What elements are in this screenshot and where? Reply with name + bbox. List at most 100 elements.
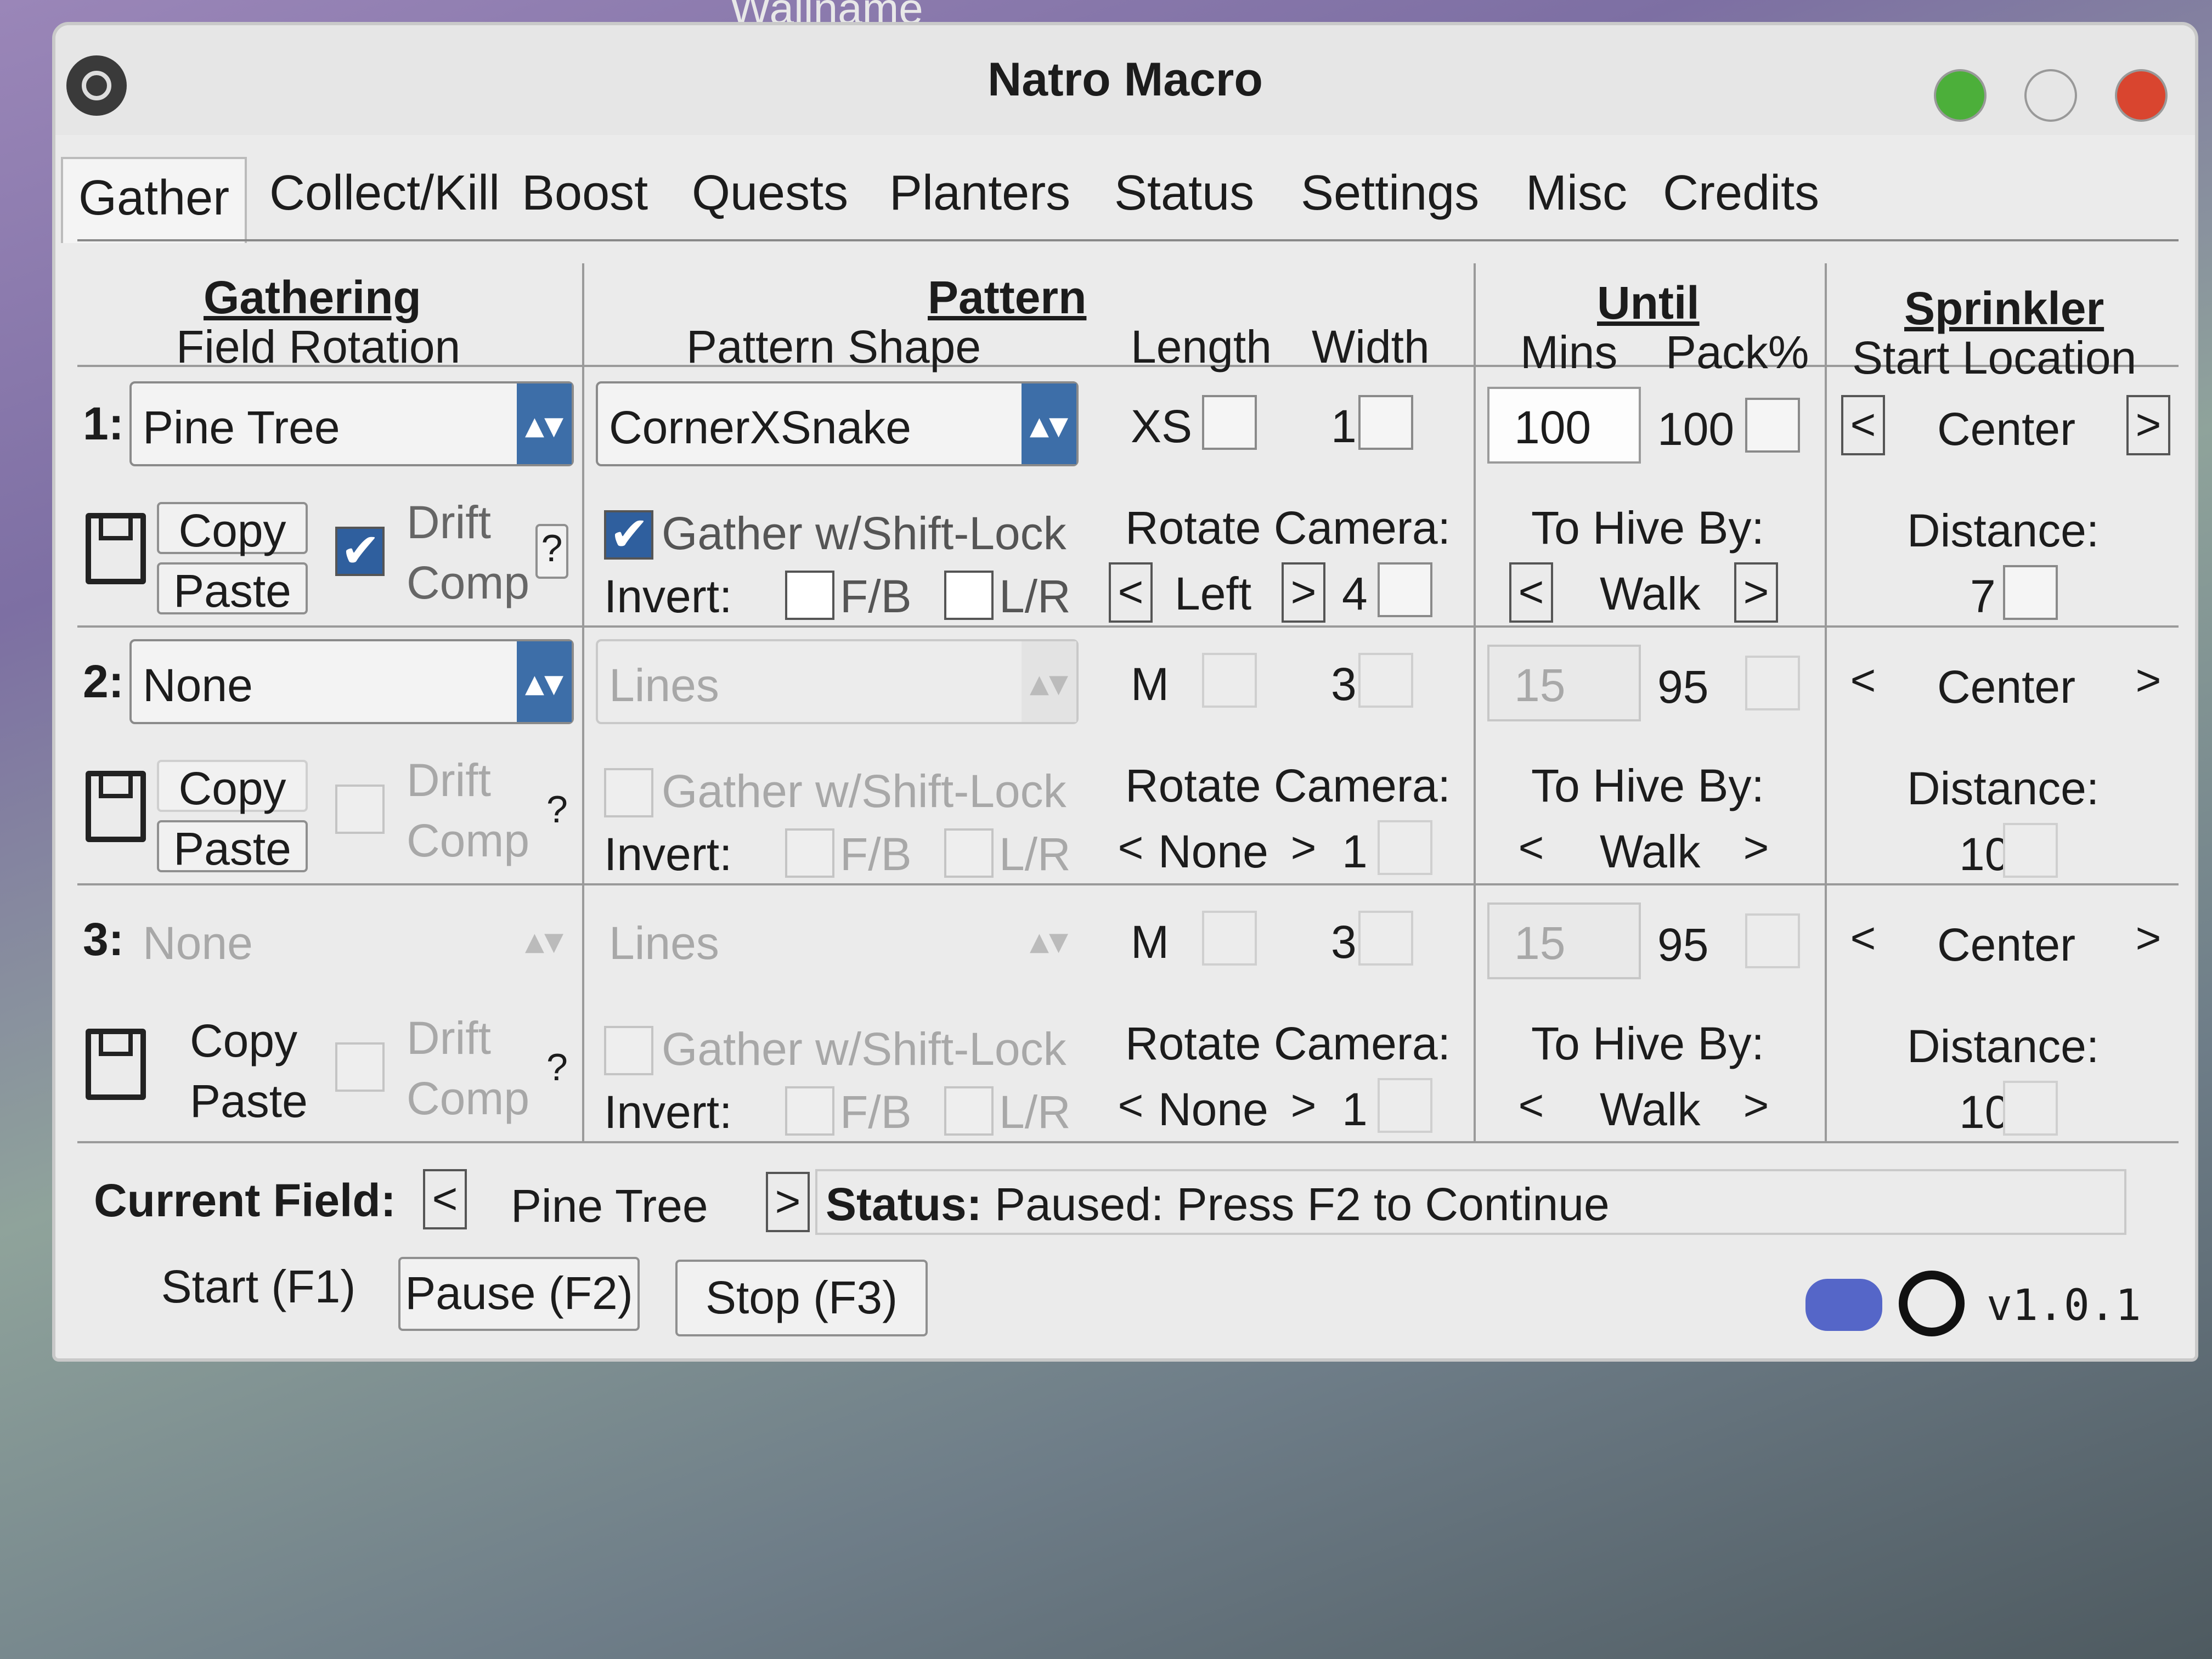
maximize-button[interactable] [1934, 69, 1987, 122]
title-bar[interactable]: Natro Macro [55, 25, 2195, 135]
save-icon[interactable] [86, 513, 146, 584]
start-next-button[interactable]: > [2126, 653, 2170, 713]
hive-prev-button[interactable]: < [1509, 562, 1553, 623]
rotate-prev-button[interactable]: < [1109, 1078, 1153, 1138]
length-stepper[interactable] [1202, 653, 1257, 708]
paste-button[interactable]: Paste [157, 820, 308, 874]
gather-panel: Gathering Field Rotation Pattern Pattern… [77, 239, 2179, 1147]
rotate-next-button[interactable]: > [1282, 1078, 1325, 1138]
drift-comp-checkbox[interactable] [335, 523, 385, 578]
tab-collect-kill[interactable]: Collect/Kill [269, 165, 500, 222]
rotate-prev-button[interactable]: < [1109, 820, 1153, 881]
rotate-prev-button[interactable]: < [1109, 562, 1153, 623]
save-icon[interactable] [86, 771, 146, 842]
pause-button[interactable]: Pause (F2) [398, 1257, 640, 1331]
width-header: Width [1312, 321, 1430, 373]
current-field-prev-button[interactable]: < [423, 1169, 467, 1229]
hive-next-button[interactable]: > [1734, 820, 1778, 881]
close-button[interactable] [2115, 69, 2168, 122]
rotate-count-stepper[interactable] [1378, 820, 1432, 875]
invert-lr-checkbox[interactable] [944, 1086, 994, 1136]
hive-prev-button[interactable]: < [1509, 1078, 1553, 1138]
pattern-shape-header: Pattern Shape [686, 321, 981, 373]
rotate-count-stepper[interactable] [1378, 562, 1432, 617]
shift-lock-checkbox[interactable] [604, 507, 653, 562]
start-button[interactable]: Start (F1) [149, 1254, 368, 1320]
copy-button[interactable]: Copy [190, 1018, 297, 1064]
invert-fb-checkbox[interactable] [785, 828, 834, 878]
rotate-count-stepper[interactable] [1378, 1078, 1432, 1133]
paste-button[interactable]: Paste [190, 1078, 308, 1124]
start-prev-button[interactable]: < [1841, 911, 1885, 971]
rotate-next-button[interactable]: > [1282, 820, 1325, 881]
pack-stepper[interactable] [1745, 398, 1800, 453]
tab-quests[interactable]: Quests [692, 165, 848, 222]
paste-button[interactable]: Paste [157, 562, 308, 617]
tab-status[interactable]: Status [1114, 165, 1254, 222]
start-next-button[interactable]: > [2126, 911, 2170, 971]
minimize-button[interactable] [2024, 69, 2077, 122]
start-prev-button[interactable]: < [1841, 395, 1885, 455]
invert-lr-checkbox[interactable] [944, 828, 994, 878]
help-button[interactable]: ? [546, 1048, 568, 1086]
save-icon[interactable] [86, 1029, 146, 1100]
length-value: XS [1131, 400, 1193, 452]
start-prev-button[interactable]: < [1841, 653, 1885, 713]
hive-prev-button[interactable]: < [1509, 820, 1553, 881]
pattern-select[interactable]: CornerXSnake ▴▾ [596, 381, 1079, 466]
hive-next-button[interactable]: > [1734, 562, 1778, 623]
stop-button[interactable]: Stop (F3) [675, 1260, 928, 1336]
help-button[interactable]: ? [535, 524, 568, 579]
width-stepper[interactable] [1358, 653, 1413, 708]
pattern-select[interactable]: Lines ▴▾ [596, 897, 1079, 982]
tab-credits[interactable]: Credits [1663, 165, 1819, 222]
current-field-next-button[interactable]: > [766, 1172, 810, 1232]
copy-button[interactable]: Copy [157, 502, 308, 556]
field-select[interactable]: Pine Tree ▴▾ [129, 381, 574, 466]
to-hive-label: To Hive By: [1531, 502, 1764, 554]
invert-lr-checkbox[interactable] [944, 571, 994, 620]
field-select[interactable]: None ▴▾ [129, 897, 574, 982]
rotate-camera-label: Rotate Camera: [1125, 1018, 1451, 1069]
mins-input[interactable]: 15 [1487, 645, 1641, 721]
shift-lock-checkbox[interactable] [604, 768, 653, 817]
drift-label: Drift [407, 754, 491, 806]
comp-label: Comp [407, 815, 530, 866]
length-stepper[interactable] [1202, 911, 1257, 966]
tab-settings[interactable]: Settings [1301, 165, 1479, 222]
pack-stepper[interactable] [1745, 656, 1800, 710]
length-stepper[interactable] [1202, 395, 1257, 450]
drift-comp-checkbox[interactable] [335, 1042, 385, 1092]
mins-input[interactable]: 15 [1487, 902, 1641, 979]
shift-lock-label: Gather w/Shift-Lock [662, 507, 1066, 559]
mins-value: 15 [1514, 659, 1566, 711]
start-next-button[interactable]: > [2126, 395, 2170, 455]
width-stepper[interactable] [1358, 395, 1413, 450]
invert-fb-checkbox[interactable] [785, 571, 834, 620]
length-value: M [1131, 916, 1169, 968]
distance-stepper[interactable] [2003, 565, 2058, 620]
field-select[interactable]: None ▴▾ [129, 639, 574, 724]
distance-stepper[interactable] [2003, 1081, 2058, 1136]
github-icon[interactable] [1899, 1271, 1965, 1336]
distance-stepper[interactable] [2003, 823, 2058, 878]
invert-fb-checkbox[interactable] [785, 1086, 834, 1136]
mins-input[interactable]: 100 [1487, 387, 1641, 464]
shift-lock-checkbox[interactable] [604, 1026, 653, 1075]
pack-stepper[interactable] [1745, 913, 1800, 968]
pattern-select[interactable]: Lines ▴▾ [596, 639, 1079, 724]
width-stepper[interactable] [1358, 911, 1413, 966]
drift-comp-checkbox[interactable] [335, 785, 385, 834]
hive-next-button[interactable]: > [1734, 1078, 1778, 1138]
tab-boost[interactable]: Boost [522, 165, 648, 222]
hive-method-value: Walk [1600, 568, 1701, 619]
help-button[interactable]: ? [546, 790, 568, 828]
chevron-updown-icon: ▴▾ [517, 641, 572, 722]
discord-icon[interactable] [1805, 1279, 1882, 1331]
tab-planters[interactable]: Planters [889, 165, 1070, 222]
rotate-next-button[interactable]: > [1282, 562, 1325, 623]
row-divider [77, 625, 2179, 628]
tab-gather[interactable]: Gather [61, 157, 247, 243]
tab-misc[interactable]: Misc [1526, 165, 1627, 222]
copy-button[interactable]: Copy [157, 760, 308, 814]
